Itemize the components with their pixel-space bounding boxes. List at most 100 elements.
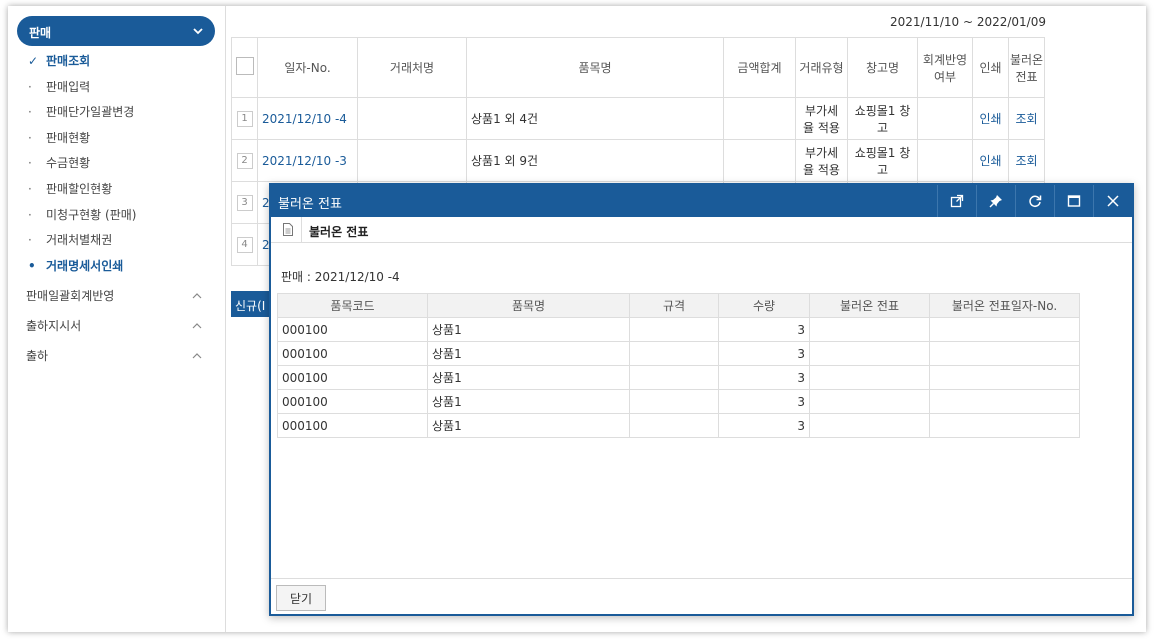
qty-cell: 3 bbox=[718, 317, 810, 342]
col-loaded-slip-no[interactable]: 불러온 전표일자-No. bbox=[929, 293, 1080, 318]
sidebar-header-sales[interactable]: 판매 bbox=[17, 16, 215, 46]
document-icon bbox=[283, 223, 293, 236]
date-range: 2021/11/10 ~ 2022/01/09 bbox=[889, 15, 1046, 29]
col-item-code[interactable]: 품목코드 bbox=[277, 293, 428, 318]
chevron-down-icon bbox=[193, 28, 203, 35]
slip-no-cell bbox=[929, 317, 1080, 342]
customer-cell bbox=[357, 97, 467, 140]
table-row: 2 2021/12/10 -3 상품1 외 9건 부가세율 적용 쇼핑몰1 창고… bbox=[231, 139, 1045, 182]
table-row: 000100 상품1 3 bbox=[277, 341, 1080, 366]
col-qty[interactable]: 수량 bbox=[718, 293, 810, 318]
bullet-icon: · bbox=[28, 233, 32, 248]
col-spec[interactable]: 규격 bbox=[629, 293, 719, 318]
slip-cell bbox=[809, 413, 930, 438]
refresh-icon[interactable] bbox=[1015, 185, 1054, 217]
amount-cell bbox=[723, 97, 796, 140]
grid-header: 일자-No. 거래처명 품목명 금액합계 거래유형 창고명 회계반영여부 인쇄 … bbox=[231, 37, 1045, 98]
table-row: 1 2021/12/10 -4 상품1 외 4건 부가세율 적용 쇼핑몰1 창고… bbox=[231, 97, 1045, 140]
item-name-cell: 상품1 bbox=[427, 317, 630, 342]
col-date-no[interactable]: 일자-No. bbox=[257, 37, 358, 98]
date-link[interactable]: 2021/12/10 -3 bbox=[262, 154, 347, 168]
sidebar-group-accounting[interactable]: 판매일괄회계반영 bbox=[8, 281, 226, 311]
chevron-up-icon bbox=[192, 293, 202, 299]
col-item[interactable]: 품목명 bbox=[466, 37, 724, 98]
view-link[interactable]: 조회 bbox=[1015, 154, 1037, 168]
modal-titlebar[interactable]: 불러온 전표 bbox=[271, 185, 1132, 217]
sidebar-group-shipping-order[interactable]: 출하지시서 bbox=[8, 311, 226, 341]
sidebar-item-sales-entry[interactable]: · 판매입력 bbox=[8, 75, 226, 101]
row-number: 4 bbox=[236, 237, 253, 253]
col-warehouse[interactable]: 창고명 bbox=[847, 37, 918, 98]
col-loaded-slip[interactable]: 불러온 전표 bbox=[809, 293, 930, 318]
slip-no-cell bbox=[929, 389, 1080, 414]
item-code-cell: 000100 bbox=[277, 341, 428, 366]
qty-cell: 3 bbox=[718, 389, 810, 414]
modal-footer: 닫기 bbox=[271, 578, 1132, 614]
table-row: 000100 상품1 3 bbox=[277, 317, 1080, 342]
col-loaded-slip[interactable]: 불러온 전표 bbox=[1008, 37, 1045, 98]
print-link[interactable]: 인쇄 bbox=[979, 154, 1001, 168]
bullet-icon: · bbox=[28, 105, 32, 120]
slip-cell bbox=[809, 317, 930, 342]
type-cell: 부가세율 적용 bbox=[795, 97, 848, 140]
date-link[interactable]: 2021/12/10 -4 bbox=[262, 112, 347, 126]
spec-cell bbox=[629, 317, 719, 342]
qty-cell: 3 bbox=[718, 413, 810, 438]
close-icon[interactable] bbox=[1093, 185, 1132, 217]
sidebar-item-price-bulk-change[interactable]: · 판매단가일괄변경 bbox=[8, 100, 226, 126]
sidebar-item-statement-print[interactable]: • 거래명세서인쇄 bbox=[8, 254, 226, 280]
col-customer[interactable]: 거래처명 bbox=[357, 37, 467, 98]
col-type[interactable]: 거래유형 bbox=[795, 37, 848, 98]
item-code-cell: 000100 bbox=[277, 365, 428, 390]
row-number: 3 bbox=[236, 195, 253, 211]
pin-icon[interactable] bbox=[976, 185, 1015, 217]
sidebar-item-sales-inquiry[interactable]: ✓ 판매조회 bbox=[8, 49, 226, 75]
type-cell: 부가세율 적용 bbox=[795, 139, 848, 182]
col-amount[interactable]: 금액합계 bbox=[723, 37, 796, 98]
sale-reference: 판매 : 2021/12/10 -4 bbox=[281, 270, 400, 284]
spec-cell bbox=[629, 341, 719, 366]
slip-no-cell bbox=[929, 365, 1080, 390]
item-name-cell: 상품1 bbox=[427, 389, 630, 414]
bullet-icon: · bbox=[28, 156, 32, 171]
select-all-checkbox[interactable] bbox=[235, 57, 254, 75]
close-button[interactable]: 닫기 bbox=[276, 585, 326, 611]
sidebar-menu: ✓ 판매조회 · 판매입력 · 판매단가일괄변경 · 판매현황 · 수금현황 · 판매할인현… bbox=[8, 49, 226, 371]
bullet-icon: · bbox=[28, 79, 32, 94]
item-cell: 상품1 외 9건 bbox=[466, 139, 724, 182]
print-link[interactable]: 인쇄 bbox=[979, 112, 1001, 126]
view-link[interactable]: 조회 bbox=[1015, 112, 1037, 126]
modal-subtitle: 불러온 전표 bbox=[309, 225, 369, 239]
maximize-icon[interactable] bbox=[1054, 185, 1093, 217]
slip-cell bbox=[809, 365, 930, 390]
slip-cell bbox=[809, 341, 930, 366]
sidebar-item-receivables[interactable]: · 거래처별채권 bbox=[8, 228, 226, 254]
slip-no-cell bbox=[929, 413, 1080, 438]
sidebar-item-discount-status[interactable]: · 판매할인현황 bbox=[8, 177, 226, 203]
sidebar-item-sales-status[interactable]: · 판매현황 bbox=[8, 126, 226, 152]
sidebar-item-unbilled-status[interactable]: · 미청구현황 (판매) bbox=[8, 203, 226, 229]
table-row: 000100 상품1 3 bbox=[277, 389, 1080, 414]
item-name-cell: 상품1 bbox=[427, 365, 630, 390]
items-table: 품목코드 품목명 규격 수량 불러온 전표 불러온 전표일자-No. 00010… bbox=[277, 293, 1080, 438]
bullet-icon: · bbox=[28, 207, 32, 222]
accounting-cell bbox=[917, 97, 973, 140]
col-print[interactable]: 인쇄 bbox=[972, 37, 1009, 98]
bullet-icon: · bbox=[28, 130, 32, 145]
check-icon: ✓ bbox=[28, 54, 39, 68]
row-number: 2 bbox=[236, 153, 253, 169]
item-code-cell: 000100 bbox=[277, 413, 428, 438]
sidebar-header-label: 판매 bbox=[29, 26, 52, 40]
amount-cell bbox=[723, 139, 796, 182]
sidebar-group-shipping[interactable]: 출하 bbox=[8, 341, 226, 371]
sidebar-item-collection-status[interactable]: · 수금현황 bbox=[8, 151, 226, 177]
modal-subheader: 불러온 전표 bbox=[271, 217, 1132, 243]
chevron-up-icon bbox=[192, 353, 202, 359]
row-number: 1 bbox=[236, 111, 253, 127]
external-link-icon[interactable] bbox=[937, 185, 976, 217]
accounting-cell bbox=[917, 139, 973, 182]
item-cell: 상품1 외 4건 bbox=[466, 97, 724, 140]
table-row: 000100 상품1 3 bbox=[277, 365, 1080, 390]
col-item-name[interactable]: 품목명 bbox=[427, 293, 630, 318]
col-accounting[interactable]: 회계반영여부 bbox=[917, 37, 973, 98]
